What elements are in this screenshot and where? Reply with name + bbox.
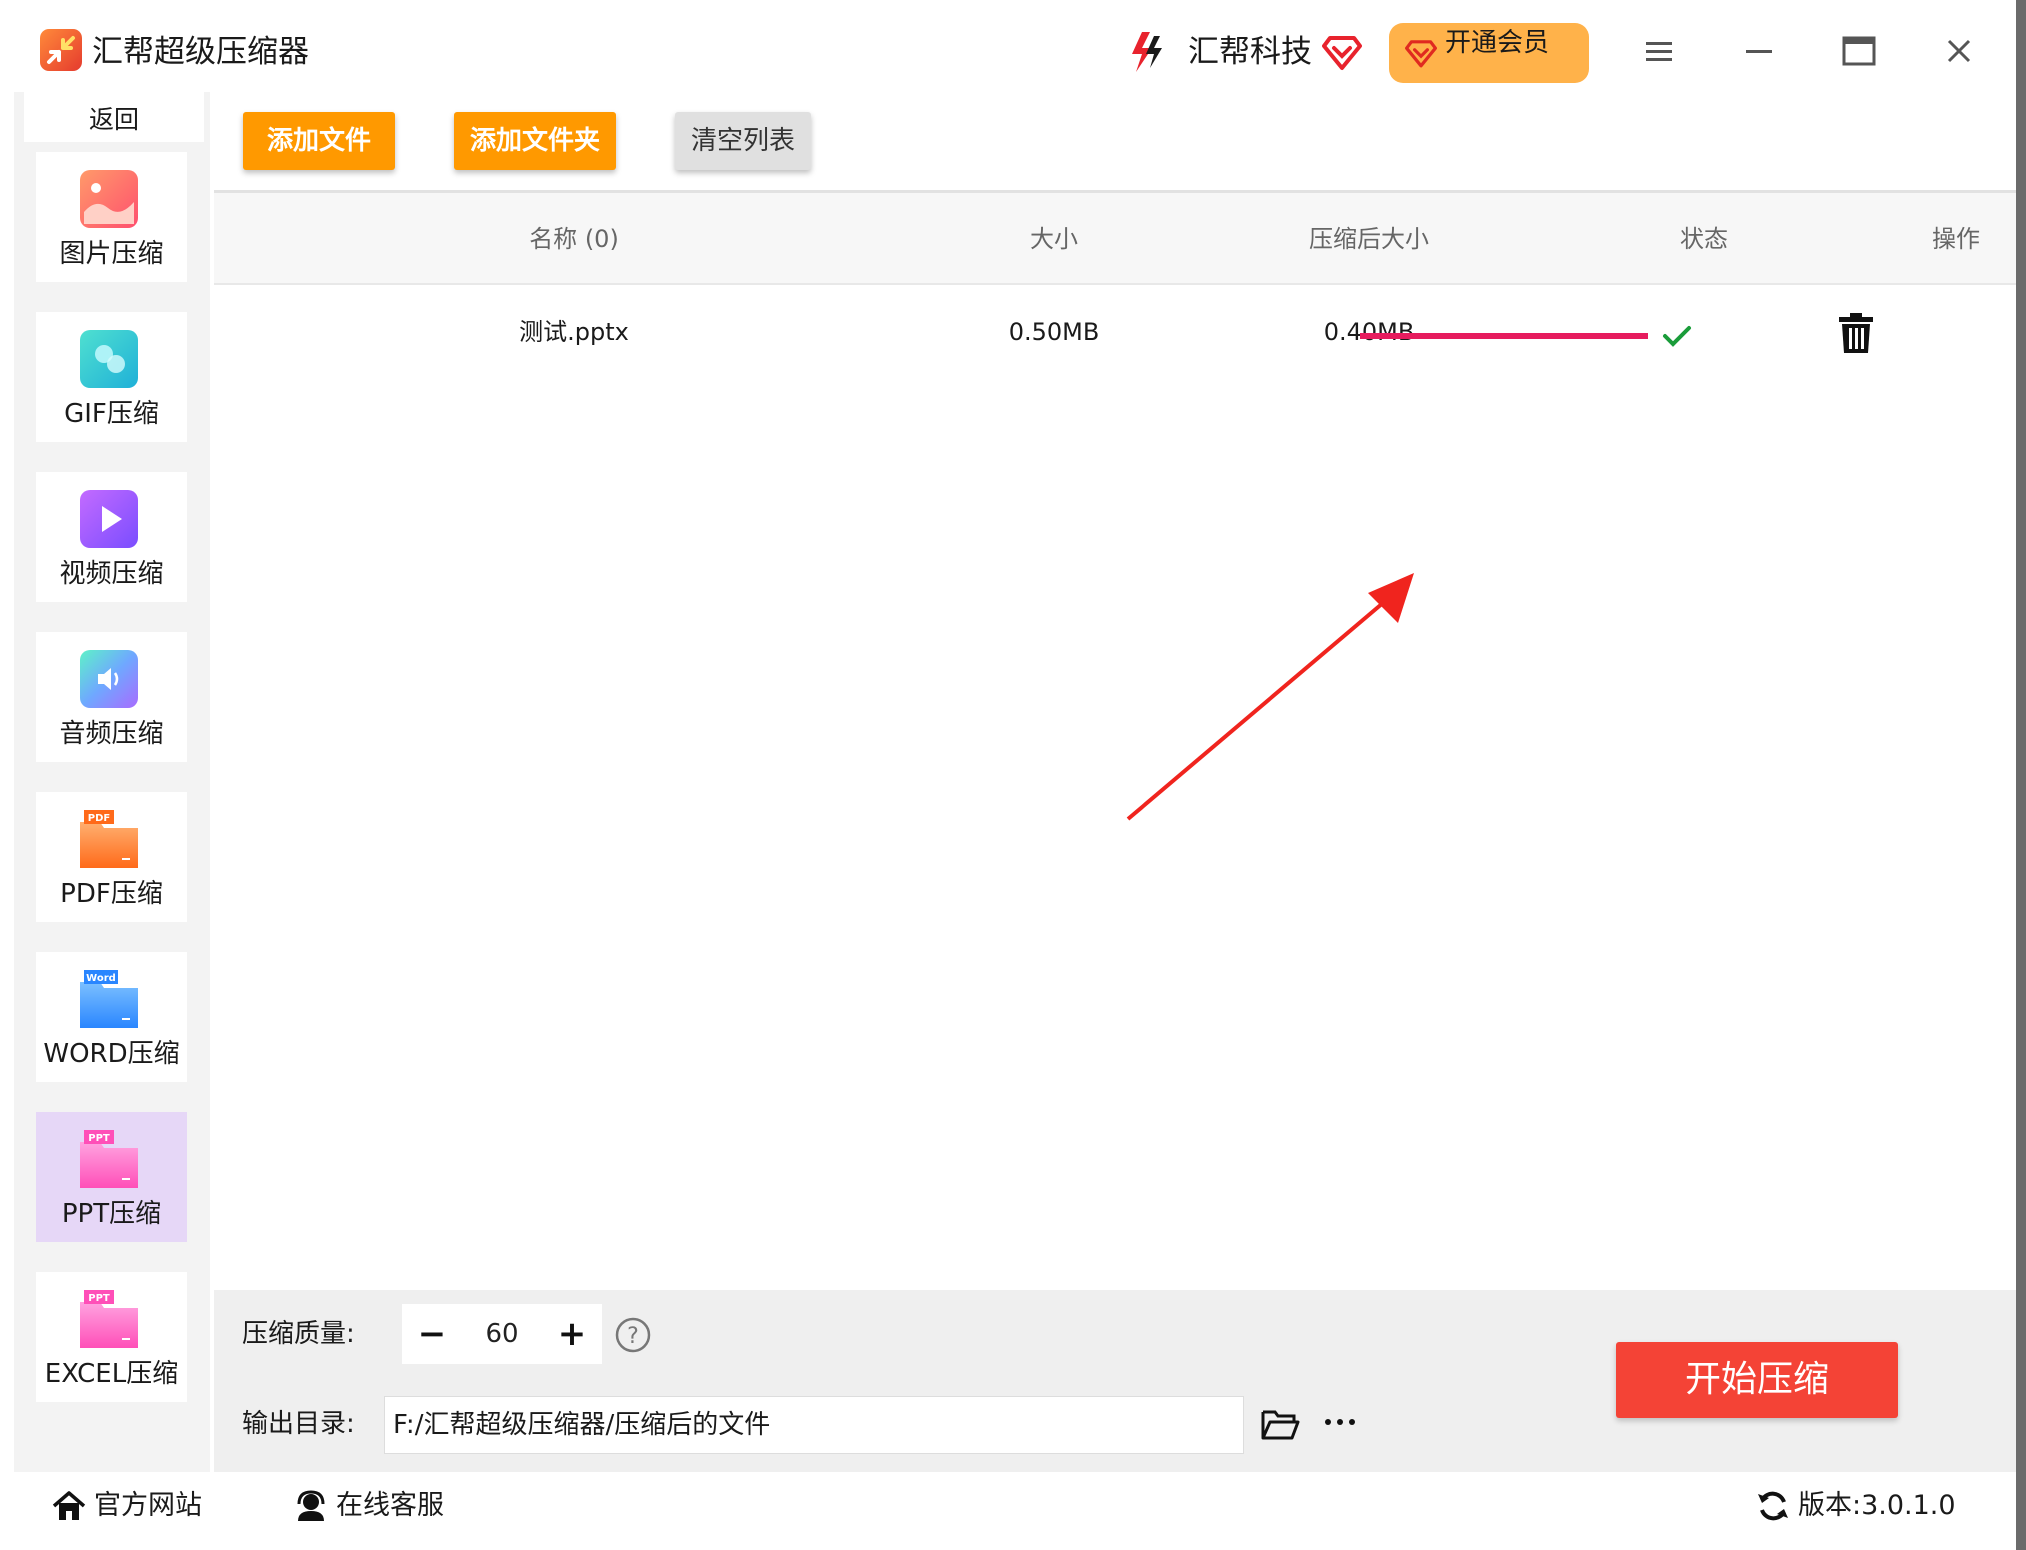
add-folder-button[interactable]: 添加文件夹 bbox=[454, 112, 616, 170]
col-action-header: 操作 bbox=[1932, 225, 1980, 253]
brand-name: 汇帮科技 bbox=[1188, 34, 1312, 70]
back-button[interactable]: 返回 bbox=[24, 92, 204, 142]
sidebar-item-audio[interactable]: 音频压缩 bbox=[36, 632, 187, 762]
file-size: 0.50MB bbox=[1008, 318, 1100, 346]
output-path-field[interactable]: F:/汇帮超级压缩器/压缩后的文件 bbox=[384, 1396, 1244, 1454]
sidebar-item-video[interactable]: 视频压缩 bbox=[36, 472, 187, 602]
sidebar-item-label: WORD压缩 bbox=[43, 1039, 180, 1069]
help-icon[interactable]: ? bbox=[614, 1316, 652, 1354]
sidebar-item-label: 音频压缩 bbox=[59, 719, 164, 749]
col-size-header: 大小 bbox=[1030, 225, 1078, 253]
close-icon[interactable] bbox=[1936, 28, 1982, 74]
app-window: 汇帮超级压缩器 汇帮科技 开通会员 返回 图片压缩 GIF压缩 视频压缩 音频压… bbox=[0, 0, 2016, 1550]
website-label: 官方网站 bbox=[94, 1490, 202, 1521]
table-header: 名称 (0) 大小 压缩后大小 状态 操作 bbox=[214, 193, 2016, 285]
file-compressed-size: 0.40MB bbox=[1323, 318, 1415, 346]
progress-bar bbox=[1360, 333, 1648, 339]
svg-text:Word: Word bbox=[86, 973, 116, 984]
audio-icon bbox=[80, 650, 138, 708]
image-icon bbox=[80, 170, 138, 228]
official-website-link[interactable]: 官方网站 bbox=[52, 1486, 252, 1526]
file-list: 名称 (0) 大小 压缩后大小 状态 操作 测试.pptx 0.50MB 0.4… bbox=[214, 190, 2016, 1290]
footer: 官方网站 在线客服 版本:3.0.1.0 bbox=[0, 1472, 2016, 1540]
home-icon bbox=[52, 1491, 86, 1520]
excel-icon: PPT bbox=[80, 1290, 138, 1348]
col-status-header: 状态 bbox=[1680, 225, 1728, 253]
more-icon[interactable] bbox=[1320, 1412, 1360, 1432]
clear-list-button[interactable]: 清空列表 bbox=[675, 112, 811, 170]
svg-text:PDF: PDF bbox=[88, 813, 110, 824]
settings-panel: 压缩质量: − 60 + ? 输出目录: F:/汇帮超级压缩器/压缩后的文件 开… bbox=[214, 1290, 2016, 1472]
online-support-link[interactable]: 在线客服 bbox=[294, 1486, 494, 1526]
maximize-icon[interactable] bbox=[1836, 28, 1882, 74]
sidebar-item-label: PPT压缩 bbox=[61, 1199, 162, 1229]
sidebar-item-label: PDF压缩 bbox=[60, 879, 163, 909]
quality-label: 压缩质量: bbox=[242, 1319, 355, 1349]
version-info[interactable]: 版本:3.0.1.0 bbox=[1756, 1486, 1996, 1526]
diamond-icon bbox=[1322, 36, 1362, 70]
col-compressed-size-header: 压缩后大小 bbox=[1309, 225, 1429, 253]
check-icon bbox=[1663, 326, 1691, 347]
file-name: 测试.pptx bbox=[519, 318, 629, 346]
headset-icon bbox=[297, 1490, 325, 1521]
sidebar-item-ppt[interactable]: PPT PPT压缩 bbox=[36, 1112, 187, 1242]
sidebar-item-label: GIF压缩 bbox=[64, 399, 159, 429]
progress-fill bbox=[1360, 333, 1648, 339]
ppt-icon: PPT bbox=[80, 1130, 138, 1188]
sidebar-item-image[interactable]: 图片压缩 bbox=[36, 152, 187, 282]
vip-button[interactable]: 开通会员 bbox=[1389, 23, 1589, 83]
svg-text:?: ? bbox=[627, 1324, 639, 1349]
quality-stepper: − 60 + bbox=[402, 1304, 602, 1364]
increase-button[interactable]: + bbox=[542, 1304, 602, 1364]
sidebar-item-label: 视频压缩 bbox=[59, 559, 164, 589]
sidebar-item-label: 图片压缩 bbox=[59, 239, 164, 269]
brand-logo-icon bbox=[1132, 32, 1162, 72]
quality-value[interactable]: 60 bbox=[462, 1304, 542, 1364]
word-icon: Word bbox=[80, 970, 138, 1028]
start-compress-button[interactable]: 开始压缩 bbox=[1616, 1342, 1898, 1418]
decrease-button[interactable]: − bbox=[402, 1304, 462, 1364]
app-title: 汇帮超级压缩器 bbox=[92, 34, 309, 70]
sidebar: 返回 图片压缩 GIF压缩 视频压缩 音频压缩 PDF PDF压缩 Word W… bbox=[14, 92, 210, 1472]
annotation-arrow bbox=[1126, 573, 1414, 821]
app-logo-icon bbox=[40, 29, 82, 71]
sidebar-item-excel[interactable]: PPT EXCEL压缩 bbox=[36, 1272, 187, 1402]
pdf-icon: PDF bbox=[80, 810, 138, 868]
gif-icon bbox=[80, 330, 138, 388]
minimize-icon[interactable] bbox=[1736, 28, 1782, 74]
trash-icon[interactable] bbox=[1836, 311, 1876, 355]
title-bar: 汇帮超级压缩器 汇帮科技 开通会员 bbox=[0, 0, 2016, 104]
menu-icon[interactable] bbox=[1636, 28, 1682, 74]
svg-text:PPT: PPT bbox=[88, 1293, 110, 1304]
sidebar-item-word[interactable]: Word WORD压缩 bbox=[36, 952, 187, 1082]
sidebar-item-pdf[interactable]: PDF PDF压缩 bbox=[36, 792, 187, 922]
video-icon bbox=[80, 490, 138, 548]
version-label: 版本:3.0.1.0 bbox=[1798, 1490, 1956, 1521]
vip-label: 开通会员 bbox=[1445, 28, 1550, 58]
refresh-icon bbox=[1758, 1491, 1788, 1521]
diamond-icon bbox=[1405, 40, 1437, 68]
add-file-button[interactable]: 添加文件 bbox=[243, 112, 395, 170]
table-row[interactable]: 测试.pptx 0.50MB 0.40MB bbox=[214, 287, 2016, 377]
folder-open-icon[interactable] bbox=[1260, 1404, 1300, 1444]
svg-text:PPT: PPT bbox=[88, 1133, 110, 1144]
support-label: 在线客服 bbox=[336, 1490, 444, 1521]
sidebar-item-gif[interactable]: GIF压缩 bbox=[36, 312, 187, 442]
col-name-header: 名称 (0) bbox=[529, 225, 619, 253]
sidebar-item-label: EXCEL压缩 bbox=[44, 1359, 179, 1389]
output-label: 输出目录: bbox=[242, 1409, 355, 1439]
